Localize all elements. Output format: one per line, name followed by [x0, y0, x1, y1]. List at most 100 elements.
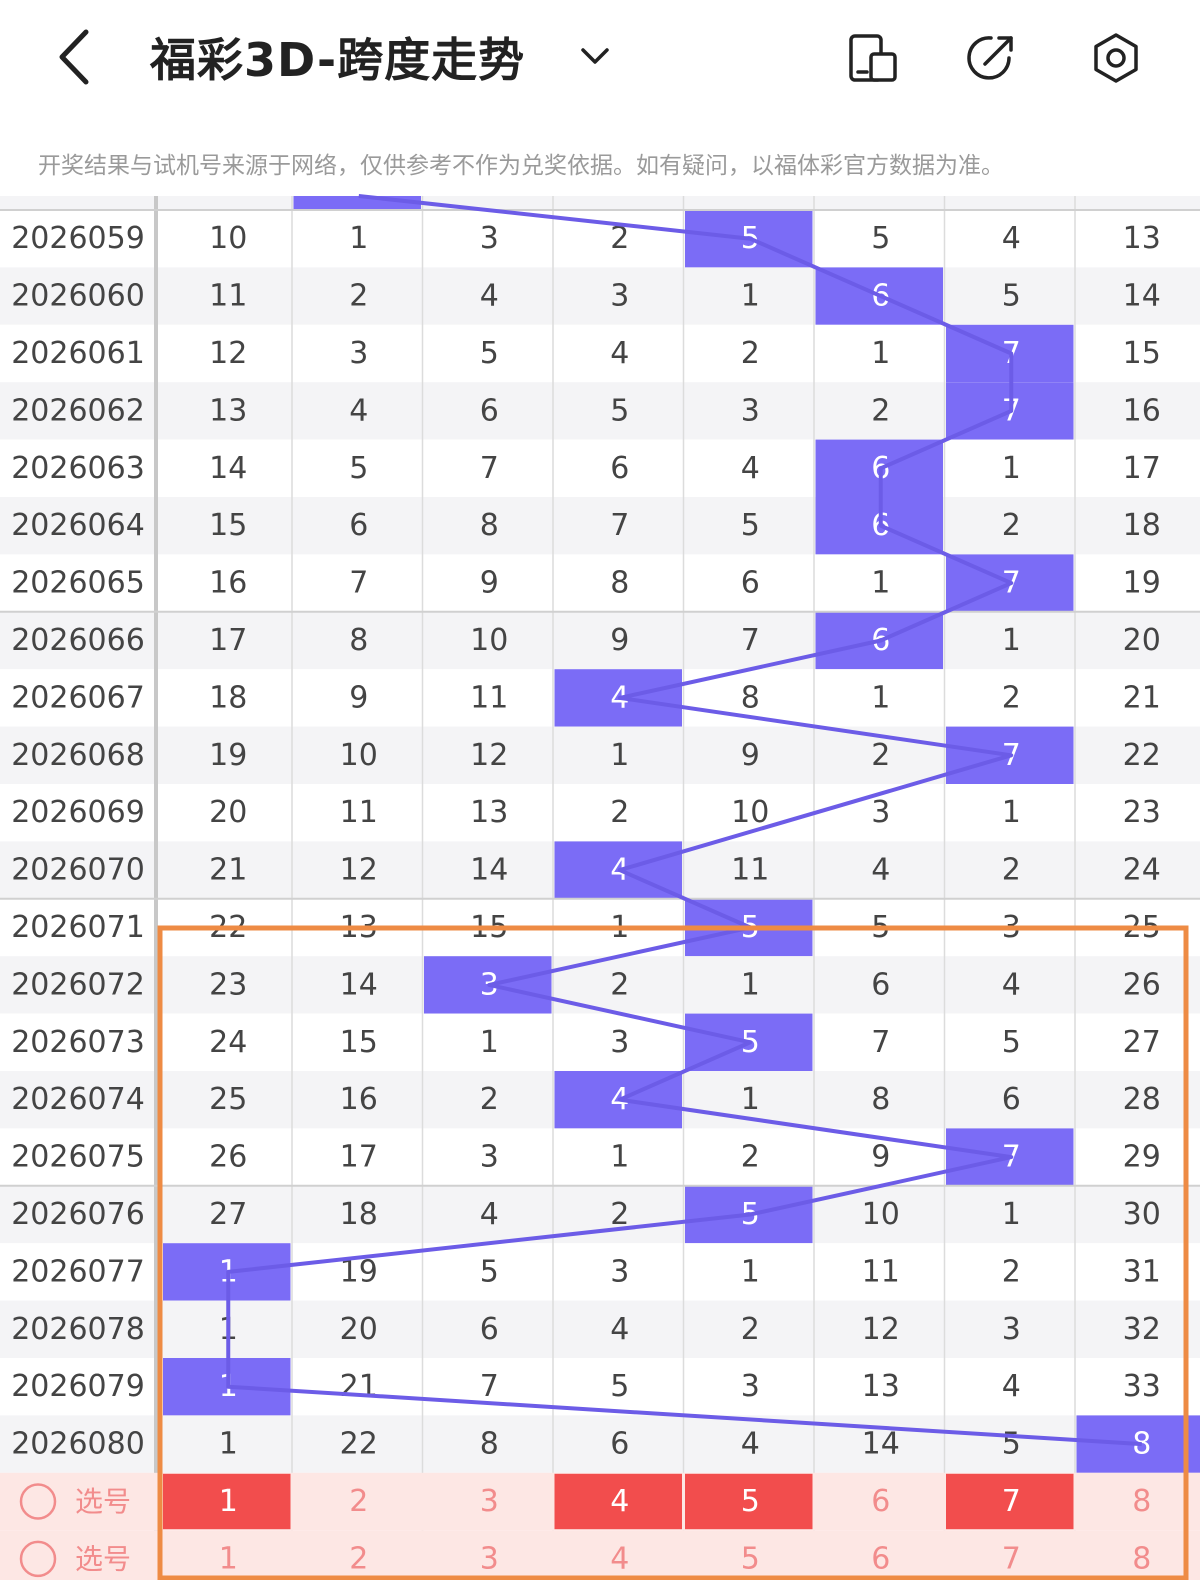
select-number-button[interactable]: 2 [349, 1541, 368, 1576]
table-row: 2026060 11 2 4 3 1 6 5 14 [0, 267, 1200, 325]
miss-count-cell: 20 [1123, 623, 1161, 658]
select-number: 3 [480, 1484, 499, 1519]
select-row[interactable]: 选号 1 2 3 4 5 6 7 8 [0, 1472, 1200, 1531]
miss-count-cell: 23 [1123, 795, 1161, 830]
miss-count-cell: 4 [610, 1312, 629, 1347]
miss-count-cell: 29 [1123, 1140, 1161, 1175]
miss-count-cell: 15 [340, 1025, 378, 1060]
select-number-button[interactable]: 6 [871, 1484, 890, 1519]
select-label: 选号 [75, 1485, 131, 1518]
miss-count-cell: 21 [340, 1369, 378, 1404]
miss-count-cell: 9 [480, 566, 499, 601]
select-number-button[interactable]: 8 [1132, 1484, 1151, 1519]
period-cell: 2026077 [11, 1254, 145, 1289]
miss-count-cell: 3 [610, 1254, 629, 1289]
miss-count-cell: 2 [741, 336, 760, 371]
period-cell: 2026063 [11, 451, 145, 486]
period-cell: 2026072 [11, 967, 145, 1002]
miss-count-cell: 1 [610, 1140, 629, 1175]
miss-count-cell: 13 [470, 795, 508, 830]
miss-count-cell: 5 [741, 508, 760, 543]
select-number-button[interactable]: 1 [163, 1473, 291, 1530]
miss-count-cell: 3 [871, 795, 890, 830]
miss-count-cell: 17 [1123, 451, 1161, 486]
select-number-button[interactable]: 1 [219, 1541, 238, 1576]
table-row: 2026059 10 1 3 2 5 5 4 13 [0, 210, 1200, 268]
select-number-button[interactable]: 4 [554, 1473, 683, 1530]
miss-count-cell: 28 [1123, 1082, 1161, 1117]
table-row: 2026066 17 8 10 9 7 6 1 20 [0, 611, 1200, 670]
miss-count-cell: 4 [349, 393, 368, 428]
miss-count-cell: 5 [1002, 1427, 1021, 1462]
select-number-button[interactable]: 5 [685, 1473, 813, 1530]
miss-count-cell: 14 [340, 967, 378, 1002]
select-number-button[interactable]: 7 [1002, 1541, 1021, 1576]
miss-count-cell: 10 [209, 221, 247, 256]
miss-count-cell: 17 [340, 1140, 378, 1175]
miss-count-cell: 1 [741, 1254, 760, 1289]
select-number-button[interactable]: 3 [480, 1484, 499, 1519]
table-row: 2026063 14 5 7 6 4 6 1 17 [0, 439, 1200, 497]
select-row[interactable]: 选号 1 2 3 4 5 6 7 8 [0, 1530, 1200, 1580]
miss-count-cell: 1 [1002, 1197, 1021, 1232]
table-row: 2026064 15 6 8 7 5 6 2 18 [0, 497, 1200, 555]
table-row: 2026076 27 18 4 2 5 10 1 30 [0, 1185, 1200, 1244]
table-row: 2026078 1 20 6 4 2 12 3 32 [0, 1300, 1200, 1358]
miss-count-cell: 1 [219, 1427, 238, 1462]
select-number: 8 [1132, 1541, 1151, 1576]
period-cell: 2026064 [11, 508, 145, 543]
miss-count-cell: 2 [480, 1082, 499, 1117]
select-number: 8 [1132, 1484, 1151, 1519]
miss-count-cell: 18 [340, 1197, 378, 1232]
miss-count-cell: 10 [731, 795, 769, 830]
miss-count-cell: 4 [480, 279, 499, 314]
miss-count-cell: 7 [741, 623, 760, 658]
miss-count-cell: 21 [209, 853, 247, 888]
miss-count-cell: 31 [1123, 1254, 1161, 1289]
select-number: 5 [741, 1484, 760, 1519]
miss-count-cell: 10 [862, 1197, 900, 1232]
period-cell: 2026065 [11, 566, 145, 601]
select-number: 3 [480, 1541, 499, 1576]
miss-count-cell: 23 [209, 967, 247, 1002]
miss-count-cell: 3 [610, 1025, 629, 1060]
miss-count-cell: 6 [871, 967, 890, 1002]
miss-count-cell: 1 [1002, 451, 1021, 486]
select-number-button[interactable]: 3 [480, 1541, 499, 1576]
miss-count-cell: 1 [741, 1082, 760, 1117]
miss-count-cell: 2 [741, 1312, 760, 1347]
miss-count-cell: 1 [1002, 623, 1021, 658]
miss-count-cell: 11 [470, 680, 508, 715]
select-number-button[interactable]: 6 [871, 1541, 890, 1576]
miss-count-cell: 7 [480, 1369, 499, 1404]
table-row: 2026074 25 16 2 4 1 8 6 28 [0, 1071, 1200, 1129]
miss-count-cell: 19 [1123, 566, 1161, 601]
partial-row-bg [0, 196, 1200, 210]
select-number: 2 [349, 1541, 368, 1576]
miss-count-cell: 24 [1123, 853, 1161, 888]
miss-count-cell: 1 [741, 279, 760, 314]
period-cell: 2026071 [11, 910, 145, 945]
miss-count-cell: 24 [209, 1025, 247, 1060]
miss-count-cell: 26 [1123, 967, 1161, 1002]
select-number-button[interactable]: 7 [946, 1473, 1074, 1530]
select-number-button[interactable]: 2 [349, 1484, 368, 1519]
select-number-button[interactable]: 8 [1132, 1541, 1151, 1576]
miss-count-cell: 2 [349, 279, 368, 314]
select-number: 2 [349, 1484, 368, 1519]
miss-count-cell: 18 [209, 680, 247, 715]
miss-count-cell: 16 [340, 1082, 378, 1117]
table-row: 2026067 18 9 11 4 8 1 2 21 [0, 669, 1200, 727]
miss-count-cell: 16 [209, 566, 247, 601]
miss-count-cell: 21 [1123, 680, 1161, 715]
miss-count-cell: 1 [610, 738, 629, 773]
miss-count-cell: 6 [480, 1312, 499, 1347]
miss-count-cell: 3 [741, 393, 760, 428]
span-trend-table: 2026059 10 1 3 2 5 5 4 132026060 11 2 4 3 1 6 5 14202606… [0, 194, 1200, 1580]
select-number: 4 [610, 1541, 629, 1576]
miss-count-cell: 5 [480, 336, 499, 371]
select-number-button[interactable]: 5 [741, 1541, 760, 1576]
miss-count-cell: 10 [340, 738, 378, 773]
select-number-button[interactable]: 4 [610, 1541, 629, 1576]
miss-count-cell: 22 [340, 1427, 378, 1462]
